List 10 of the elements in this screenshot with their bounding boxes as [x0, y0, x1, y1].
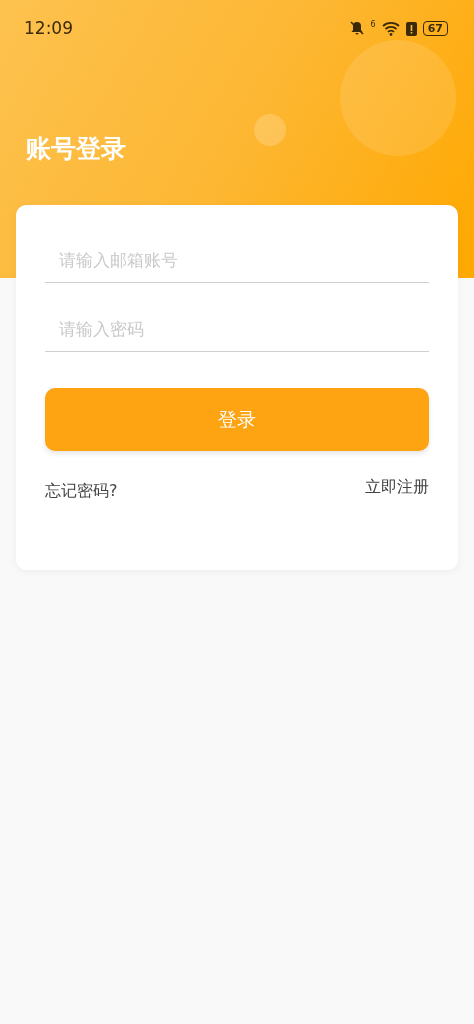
- forgot-password-link[interactable]: 忘记密码?: [45, 481, 118, 502]
- status-time: 12:09: [24, 18, 73, 38]
- battery-alert-icon: [405, 20, 417, 36]
- bell-muted-icon: [348, 20, 365, 36]
- register-link[interactable]: 立即注册: [365, 477, 429, 502]
- bubble-drawing: [254, 114, 286, 146]
- signal-label: 6: [370, 20, 376, 29]
- page-title: 账号登录: [26, 133, 126, 165]
- wifi-icon: [381, 20, 400, 36]
- battery-level: 67: [422, 20, 448, 36]
